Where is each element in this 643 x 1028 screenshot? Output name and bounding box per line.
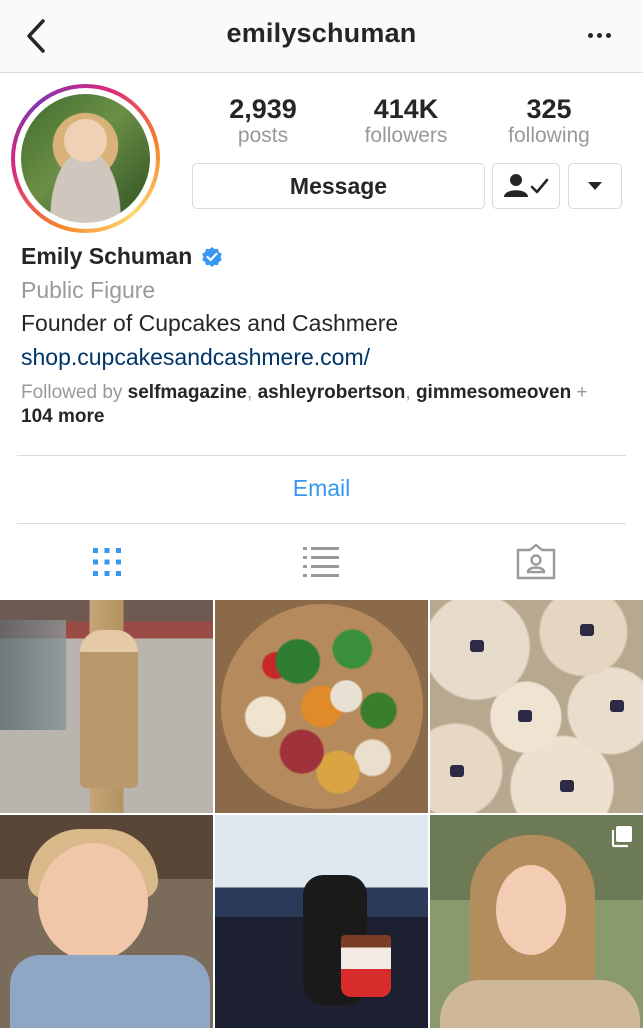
tagged-icon — [516, 544, 556, 580]
post-thumbnail[interactable] — [430, 815, 643, 1028]
followers-count[interactable]: 414K followers — [341, 94, 471, 148]
profile-username: emilyschuman — [226, 18, 417, 48]
following-button[interactable] — [492, 163, 560, 209]
profile-bio: Founder of Cupcakes and Cashmere — [21, 310, 399, 336]
photo-grid — [0, 600, 643, 1028]
follower-link[interactable]: gimmesomeoven — [416, 382, 571, 403]
suggested-dropdown-button[interactable] — [568, 163, 622, 209]
profile-website-link[interactable]: shop.cupcakesandcashmere.com/ — [21, 344, 370, 371]
ellipsis-icon — [587, 32, 593, 38]
profile-tabs — [0, 525, 643, 599]
top-bar: emilyschuman — [0, 0, 643, 73]
tab-list[interactable] — [214, 525, 428, 599]
grid-icon — [93, 548, 121, 576]
verified-badge-icon — [202, 246, 223, 267]
divider — [17, 455, 626, 456]
following-count[interactable]: 325 following — [484, 94, 614, 148]
post-thumbnail[interactable] — [215, 815, 428, 1028]
profile-category: Public Figure — [21, 277, 156, 303]
followed-by-text: Followed by selfmagazine, ashleyrobertso… — [21, 382, 588, 427]
person-check-icon — [504, 174, 549, 197]
divider — [17, 523, 626, 524]
caret-down-icon — [588, 182, 602, 190]
tab-tagged[interactable] — [429, 525, 643, 599]
more-options-button[interactable] — [577, 20, 621, 50]
post-thumbnail[interactable] — [215, 600, 428, 813]
story-ring[interactable] — [11, 84, 160, 233]
post-thumbnail[interactable] — [0, 600, 213, 813]
posts-count[interactable]: 2,939 posts — [198, 94, 328, 148]
follower-link[interactable]: ashleyrobertson — [258, 382, 406, 403]
post-thumbnail[interactable] — [430, 600, 643, 813]
message-button[interactable]: Message — [192, 163, 485, 209]
email-button[interactable]: Email — [0, 475, 643, 502]
avatar — [21, 94, 150, 223]
list-icon — [303, 547, 339, 577]
profile-name: Emily Schuman — [21, 243, 193, 269]
follower-link[interactable]: selfmagazine — [128, 382, 247, 403]
carousel-icon — [611, 826, 632, 848]
post-thumbnail[interactable] — [0, 815, 213, 1028]
tab-grid[interactable] — [0, 525, 214, 599]
more-followers-link[interactable]: 104 more — [21, 406, 104, 427]
profile-name-row: Emily Schuman — [21, 243, 224, 270]
